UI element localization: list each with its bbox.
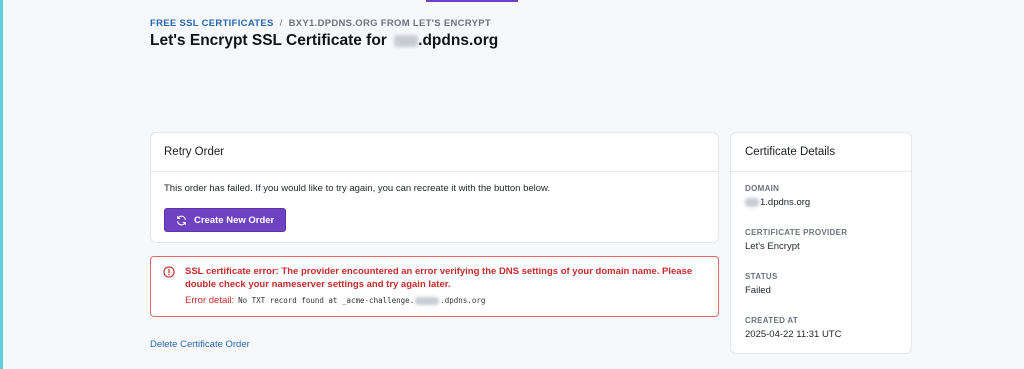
certificate-details-card: Certificate Details DOMAIN 1.dpdns.org C… [730,132,912,354]
detail-provider: CERTIFICATE PROVIDER Let's Encrypt [745,228,897,272]
detail-label: DOMAIN [745,184,780,193]
detail-label: CERTIFICATE PROVIDER [745,228,848,237]
detail-domain: DOMAIN 1.dpdns.org [745,184,897,228]
detail-domain-value: 1.dpdns.org [760,197,811,208]
detail-value: Let's Encrypt [745,241,800,252]
detail-created-at: CREATED AT 2025-04-22 11:31 UTC [745,316,897,360]
error-content: SSL certificate error: The provider enco… [185,265,706,316]
certificate-details-list: DOMAIN 1.dpdns.org CERTIFICATE PROVIDER … [731,172,911,360]
create-new-order-button[interactable]: Create New Order [164,208,287,232]
page-title-suffix: .dpdns.org [418,32,499,49]
breadcrumb: FREE SSL CERTIFICATES / BXY1.DPDNS.ORG F… [150,17,498,29]
error-detail-label: Error detail: [185,295,235,306]
page-title: Let's Encrypt SSL Certificate for .dpdns… [150,32,498,50]
page-header: FREE SSL CERTIFICATES / BXY1.DPDNS.ORG F… [150,17,498,50]
detail-status: STATUS Failed [745,272,897,316]
breadcrumb-current: BXY1.DPDNS.ORG FROM LET'S ENCRYPT [288,17,491,29]
redacted-domain-blur [394,35,419,47]
error-detail-code: No TXT record found at _acme-challenge. … [238,296,485,305]
top-active-indicator [426,0,518,2]
retry-order-heading: Retry Order [151,133,718,172]
ssl-error-alert: SSL certificate error: The provider enco… [150,256,719,317]
detail-value: 1.dpdns.org [745,197,897,208]
create-new-order-label: Create New Order [194,214,275,226]
breadcrumb-separator: / [279,17,283,29]
detail-label: STATUS [745,272,778,281]
detail-label: CREATED AT [745,316,799,325]
retry-order-card: Retry Order This order has failed. If yo… [150,132,719,243]
error-detail-code-suffix: .dpdns.org [440,296,486,305]
page-title-prefix: Let's Encrypt SSL Certificate for [150,32,392,49]
detail-value: 2025-04-22 11:31 UTC [745,329,842,340]
error-detail-code-prefix: No TXT record found at _acme-challenge. [238,296,415,305]
redacted-domain-blur [745,198,759,207]
error-message: SSL certificate error: The provider enco… [185,266,693,290]
detail-value: Failed [745,285,771,296]
delete-certificate-order-link[interactable]: Delete Certificate Order [150,339,250,350]
retry-message: This order has failed. If you would like… [164,183,551,194]
refresh-icon [177,215,186,225]
retry-order-body: This order has failed. If you would like… [151,172,718,243]
breadcrumb-link-free-ssl[interactable]: FREE SSL CERTIFICATES [150,18,274,29]
certificate-details-heading: Certificate Details [731,133,911,172]
alert-circle-icon [163,266,175,278]
left-accent-bar [0,0,3,369]
redacted-domain-blur [415,296,440,305]
error-detail: Error detail: No TXT record found at _ac… [185,295,706,306]
